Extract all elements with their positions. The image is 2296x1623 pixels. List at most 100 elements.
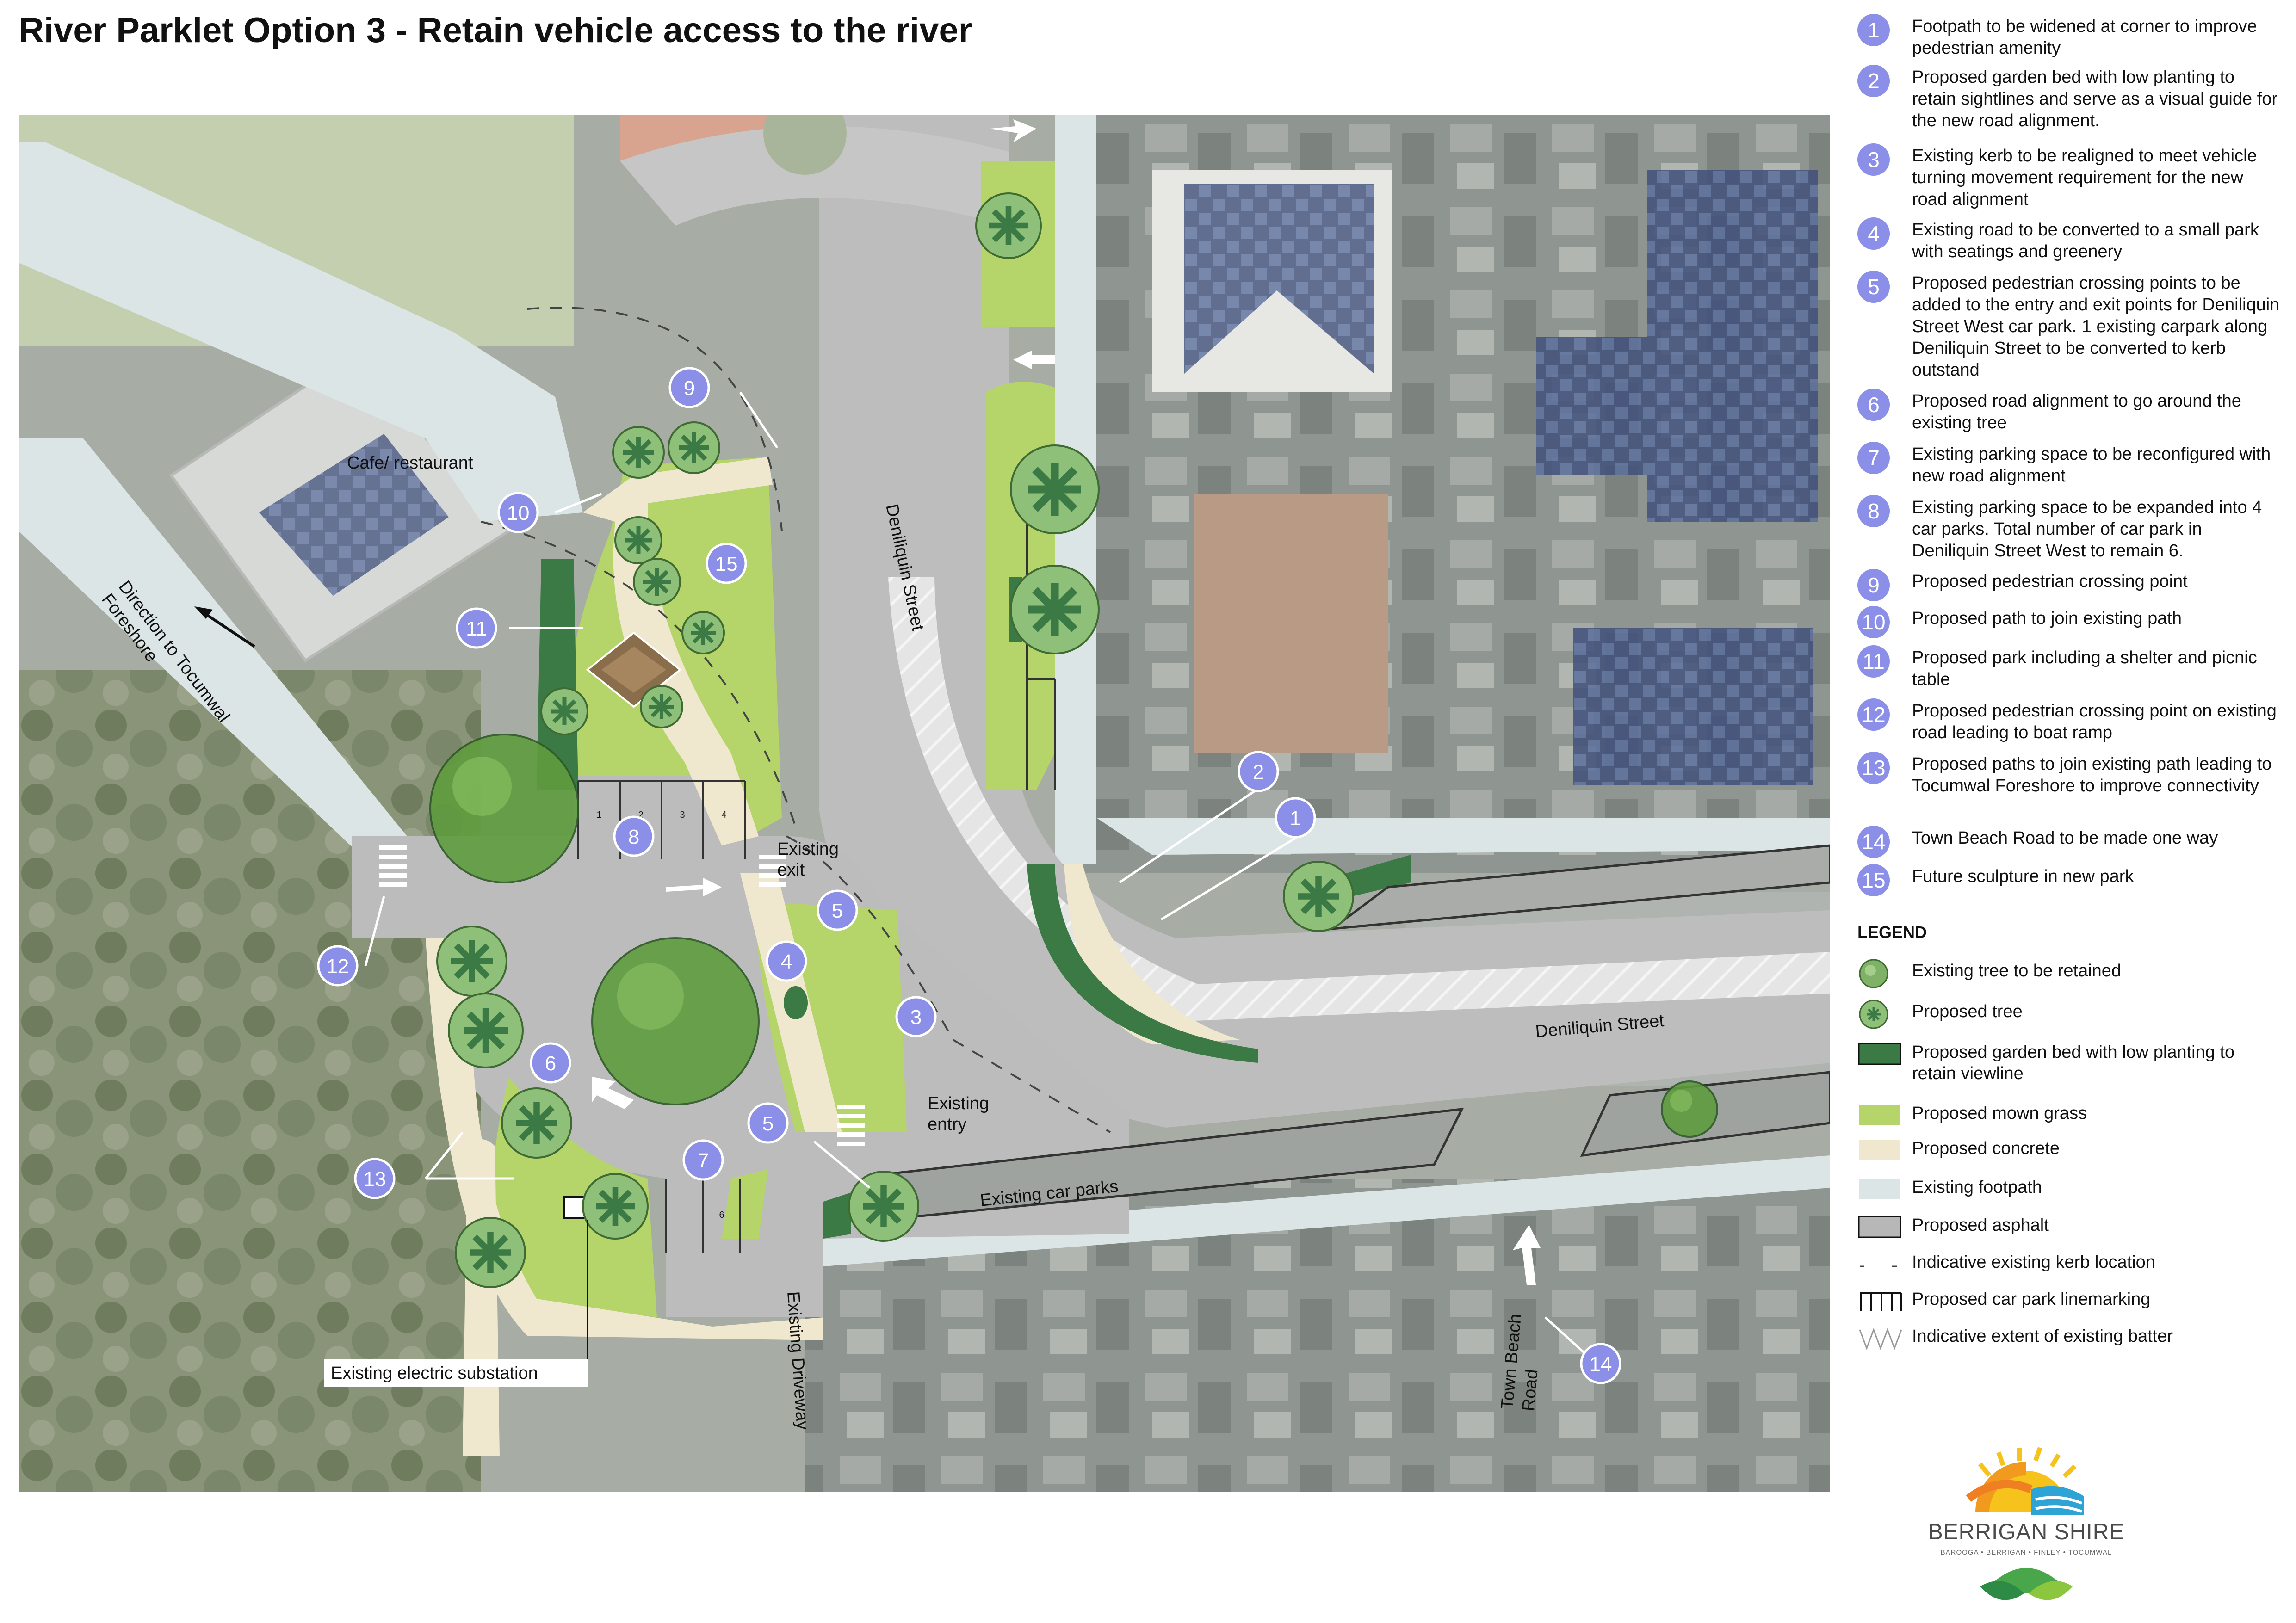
proposed-tree [668, 421, 720, 474]
map-marker-number: 11 [466, 617, 487, 640]
note-text: Existing parking space to be reconfigure… [1912, 444, 2271, 486]
map-marker-number: 13 [364, 1168, 386, 1191]
proposed-tree [1010, 444, 1100, 534]
note-number-badge: 11 [1857, 645, 1890, 678]
mown-grass-swatch [1859, 1105, 1900, 1125]
map-marker-13: 13 [354, 1158, 396, 1199]
map-marker-15: 15 [706, 543, 747, 584]
map-marker-number: 12 [327, 955, 349, 978]
solar-roof-2 [1536, 337, 1647, 475]
solar-roof-1 [1647, 170, 1818, 522]
bay-number-6: 6 [719, 1210, 724, 1220]
legend-label: Existing tree to be retained [1912, 961, 2122, 981]
map-marker-11: 11 [456, 607, 497, 649]
map-marker-7: 7 [682, 1139, 724, 1181]
footpath-swatch [1859, 1179, 1900, 1199]
bay-number-3: 3 [680, 810, 685, 820]
note-text: Proposed pedestrian crossing points to b… [1912, 273, 2280, 380]
garden-bed-swatch [1858, 1043, 1901, 1065]
note-text: Proposed garden bed with low planting to… [1912, 68, 2278, 130]
legend-label: Indicative existing kerb location [1912, 1253, 2155, 1272]
note-number-badge: 8 [1857, 495, 1890, 527]
note-number-badge: 1 [1857, 14, 1890, 46]
batter-icon [1859, 1327, 1902, 1351]
linemarking-icon [1860, 1292, 1902, 1311]
proposed-tree [614, 516, 662, 564]
legend-label: Proposed car park linemarking [1912, 1290, 2151, 1309]
label-existing-exit-line2: exit [777, 860, 805, 880]
proposed-tree [1010, 565, 1100, 654]
map-marker-4: 4 [766, 940, 807, 982]
legend-label: Proposed garden bed with low planting to… [1912, 1043, 2235, 1083]
map-marker-number: 2 [1253, 761, 1264, 784]
note-text: Proposed paths to join existing path lea… [1912, 754, 2272, 796]
map-marker-9: 9 [668, 367, 710, 408]
concrete-path-13-south [463, 1139, 500, 1456]
sidebar-notes-legend: 1 Footpath to be widened at corner to im… [1857, 14, 2283, 1610]
label-existing-entry-line2: entry [928, 1115, 966, 1134]
existing-tree [429, 734, 579, 883]
logo-name: BERRIGAN SHIRE [1928, 1520, 2125, 1544]
map-marker-14: 14 [1580, 1343, 1621, 1384]
note-number-badge: 6 [1857, 389, 1890, 421]
map-marker-number: 3 [910, 1006, 922, 1029]
label-existing-entry-line1: Existing [928, 1094, 989, 1113]
map-marker-number: 14 [1590, 1353, 1612, 1376]
legend-item-proposed-tree: Proposed tree [1857, 998, 2283, 1031]
map-marker-5: 5 [817, 889, 858, 931]
logo-towns: BAROOGA • BERRIGAN • FINLEY • TOCUMWAL [1940, 1549, 2112, 1556]
proposed-tree [848, 1171, 919, 1242]
note-number-badge: 2 [1857, 65, 1890, 97]
label-cafe: Cafe/ restaurant [347, 453, 473, 473]
note-text: Existing kerb to be realigned to meet ve… [1912, 146, 2257, 209]
note-text: Proposed pedestrian crossing point on ex… [1912, 701, 2277, 742]
label-substation: Existing electric substation [331, 1364, 538, 1383]
legend-label: Indicative extent of existing batter [1912, 1327, 2173, 1346]
existing-tree-icon [1859, 959, 1888, 988]
legend-label: Proposed concrete [1912, 1139, 2060, 1158]
building-brown [1194, 494, 1388, 753]
page-title: River Parklet Option 3 - Retain vehicle … [19, 11, 972, 50]
garden-bed-4 [784, 986, 808, 1019]
existing-tree [1661, 1080, 1718, 1138]
label-existing-exit-line1: Existing [777, 839, 839, 859]
map-marker-1: 1 [1275, 797, 1316, 839]
dashed-line-icon [1860, 1265, 1901, 1267]
proposed-tree [633, 558, 681, 606]
map-marker-5: 5 [747, 1102, 789, 1144]
label-town-beach-line2: Road [1519, 1369, 1542, 1412]
map-marker-number: 9 [684, 377, 695, 400]
note-number-badge: 4 [1857, 217, 1890, 250]
note-text: Footpath to be widened at corner to impr… [1912, 17, 2257, 58]
note-text: Proposed pedestrian crossing point [1912, 572, 2188, 591]
map-marker-number: 10 [507, 502, 530, 525]
proposed-tree [540, 687, 588, 735]
legend-item-batter: Indicative extent of existing batter [1857, 1323, 2283, 1355]
legend-label: Existing footpath [1912, 1178, 2042, 1197]
bay-number-4: 4 [721, 810, 726, 820]
asphalt-swatch [1858, 1216, 1901, 1238]
note-number-badge: 5 [1857, 271, 1890, 303]
note-number-badge: 12 [1857, 698, 1890, 731]
note-number-badge: 9 [1857, 569, 1890, 601]
map-marker-10: 10 [497, 492, 539, 533]
legend-item-concrete: Proposed concrete [1857, 1135, 2283, 1167]
legend-item-mown-grass: Proposed mown grass [1857, 1100, 2283, 1132]
map-marker-12: 12 [317, 945, 359, 987]
note-text: Existing road to be converted to a small… [1912, 220, 2259, 261]
legend-item-kerb-line: Indicative existing kerb location [1857, 1249, 2283, 1281]
legend-item-linemarking: Proposed car park linemarking [1857, 1286, 2283, 1318]
map-marker-number: 15 [715, 553, 738, 575]
note-text: Proposed road alignment to go around the… [1912, 391, 2241, 432]
map-marker-number: 5 [832, 900, 843, 922]
berrigan-shire-logo: BERRIGAN SHIRE BAROOGA • BERRIGAN • FINL… [1925, 1420, 2128, 1614]
proposed-tree [455, 1217, 526, 1288]
legend-item-existing-tree: Existing tree to be retained [1857, 957, 2283, 990]
proposed-tree [1283, 861, 1354, 932]
proposed-tree [436, 926, 507, 997]
proposed-tree [612, 426, 665, 479]
legend-label: Proposed tree [1912, 1002, 2023, 1021]
note-text: Future sculpture in new park [1912, 867, 2134, 886]
map-marker-number: 6 [545, 1052, 556, 1075]
map-marker-number: 7 [698, 1149, 709, 1172]
